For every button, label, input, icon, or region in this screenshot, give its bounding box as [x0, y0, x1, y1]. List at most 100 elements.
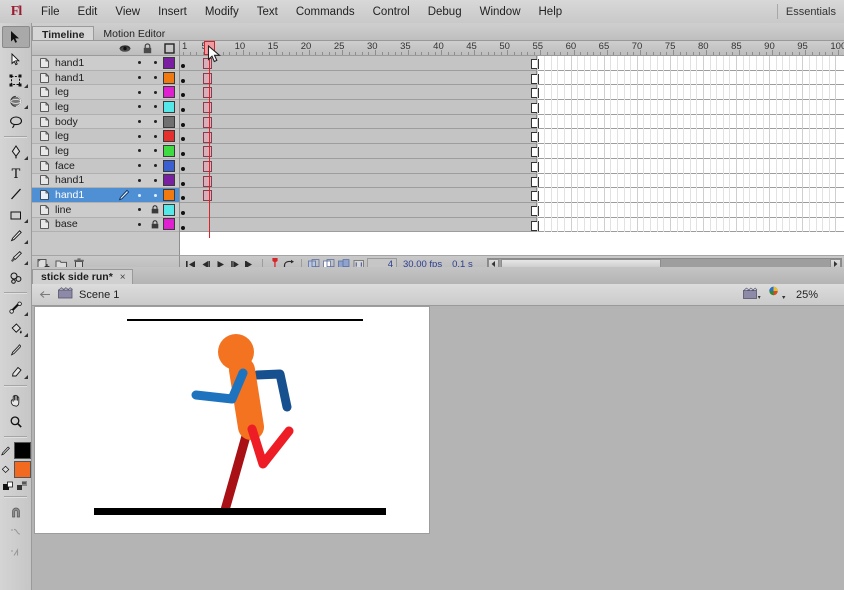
back-arrow-icon[interactable]: [38, 290, 52, 299]
selected-frame-highlight[interactable]: [203, 116, 213, 128]
layer-row[interactable]: body: [32, 114, 179, 130]
layer-lock-toggle[interactable]: [147, 178, 163, 182]
pen-tool[interactable]: [3, 142, 29, 162]
edit-symbols-icon[interactable]: [768, 286, 786, 303]
frame-span[interactable]: [180, 100, 538, 114]
layer-lock-toggle[interactable]: [147, 220, 163, 229]
layer-outline-color-swatch[interactable]: [163, 100, 175, 113]
layer-row[interactable]: leg: [32, 85, 179, 101]
tab-timeline[interactable]: Timeline: [32, 26, 95, 41]
menu-window[interactable]: Window: [471, 3, 530, 21]
eraser-tool[interactable]: [3, 361, 29, 381]
frame-row[interactable]: [180, 85, 844, 101]
frame-row[interactable]: [180, 158, 844, 174]
layer-visibility-toggle[interactable]: [131, 164, 147, 168]
lock-icon[interactable]: [141, 42, 153, 54]
layer-visibility-toggle[interactable]: [131, 105, 147, 109]
menu-file[interactable]: File: [32, 3, 69, 21]
layer-lock-toggle[interactable]: [147, 61, 163, 65]
keyframe-marker[interactable]: [181, 181, 186, 186]
layer-visibility-toggle[interactable]: [131, 134, 147, 138]
timeline-ruler[interactable]: 1510152025303540455055606570758085909510…: [180, 41, 844, 56]
layer-row[interactable]: hand1: [32, 56, 179, 71]
deco-tool[interactable]: [3, 268, 29, 288]
frame-span[interactable]: [180, 85, 538, 100]
tab-motion-editor[interactable]: Motion Editor: [94, 26, 174, 40]
layer-lock-toggle[interactable]: [147, 193, 163, 197]
3d-rotation-tool[interactable]: [3, 91, 29, 111]
layer-outline-color-swatch[interactable]: [163, 174, 175, 187]
smooth-option[interactable]: [3, 523, 29, 543]
frame-span[interactable]: [180, 56, 538, 70]
workspace-switcher[interactable]: Essentials: [778, 3, 844, 21]
layer-visibility-toggle[interactable]: [131, 222, 147, 226]
layer-visibility-toggle[interactable]: [131, 193, 147, 197]
document-tab[interactable]: stick side run* ×: [32, 269, 133, 284]
layer-visibility-toggle[interactable]: [131, 90, 147, 94]
layer-row[interactable]: leg: [32, 129, 179, 145]
layer-outline-color-swatch[interactable]: [163, 86, 175, 99]
layer-lock-toggle[interactable]: [147, 205, 163, 214]
selected-frame-highlight[interactable]: [203, 131, 213, 143]
frame-span[interactable]: [180, 217, 538, 232]
layer-row[interactable]: face: [32, 158, 179, 174]
selected-frame-highlight[interactable]: [203, 102, 213, 114]
frame-span[interactable]: [180, 70, 538, 85]
subselection-tool[interactable]: [3, 49, 29, 69]
layer-row[interactable]: base: [32, 217, 179, 233]
scene-name-label[interactable]: Scene 1: [79, 289, 119, 301]
edit-scene-icon[interactable]: [743, 287, 761, 303]
layer-lock-toggle[interactable]: [147, 149, 163, 153]
frame-row[interactable]: [180, 188, 844, 203]
menu-debug[interactable]: Debug: [419, 3, 471, 21]
menu-commands[interactable]: Commands: [287, 3, 364, 21]
stroke-color-swatch[interactable]: [13, 442, 31, 459]
frame-row[interactable]: [180, 129, 844, 145]
straighten-option[interactable]: [3, 544, 29, 564]
frame-row[interactable]: [180, 114, 844, 130]
selected-frame-highlight[interactable]: [203, 146, 213, 158]
frame-span[interactable]: [180, 144, 538, 158]
layer-row[interactable]: leg: [32, 100, 179, 115]
selected-frame-highlight[interactable]: [203, 72, 213, 84]
free-transform-tool[interactable]: [3, 70, 29, 90]
layer-outline-color-swatch[interactable]: [163, 218, 175, 231]
layer-lock-toggle[interactable]: [147, 120, 163, 124]
lasso-tool[interactable]: [3, 112, 29, 132]
frame-row[interactable]: [180, 217, 844, 233]
frame-row[interactable]: [180, 100, 844, 115]
layer-visibility-toggle[interactable]: [131, 178, 147, 182]
frame-rows-container[interactable]: [180, 56, 844, 233]
selected-frame-highlight[interactable]: [203, 87, 213, 99]
menu-insert[interactable]: Insert: [149, 3, 196, 21]
outline-icon[interactable]: [163, 42, 175, 54]
fill-color-swatch[interactable]: [13, 461, 31, 478]
menu-view[interactable]: View: [106, 3, 149, 21]
selected-frame-highlight[interactable]: [203, 190, 213, 202]
layer-row[interactable]: hand1: [32, 173, 179, 189]
menu-edit[interactable]: Edit: [69, 3, 107, 21]
frame-span[interactable]: [180, 173, 538, 188]
stage-canvas[interactable]: [34, 306, 430, 534]
close-icon[interactable]: ×: [120, 272, 126, 283]
frame-span[interactable]: [180, 188, 538, 202]
swap-colors-icon[interactable]: [17, 481, 28, 492]
layer-visibility-toggle[interactable]: [131, 149, 147, 153]
layer-row[interactable]: line: [32, 202, 179, 218]
line-tool[interactable]: [3, 184, 29, 204]
layer-lock-toggle[interactable]: [147, 105, 163, 109]
text-tool[interactable]: T: [3, 163, 29, 183]
layer-outline-color-swatch[interactable]: [163, 115, 175, 128]
frame-span[interactable]: [180, 158, 538, 173]
layer-outline-color-swatch[interactable]: [163, 189, 175, 202]
layer-lock-toggle[interactable]: [147, 164, 163, 168]
layer-outline-color-swatch[interactable]: [163, 159, 175, 172]
menu-help[interactable]: Help: [530, 3, 572, 21]
layer-row[interactable]: hand1: [32, 188, 179, 203]
layer-lock-toggle[interactable]: [147, 134, 163, 138]
frame-row[interactable]: [180, 70, 844, 86]
layer-visibility-toggle[interactable]: [131, 61, 147, 65]
layer-outline-color-swatch[interactable]: [163, 56, 175, 69]
layer-row[interactable]: leg: [32, 144, 179, 159]
menu-control[interactable]: Control: [364, 3, 419, 21]
